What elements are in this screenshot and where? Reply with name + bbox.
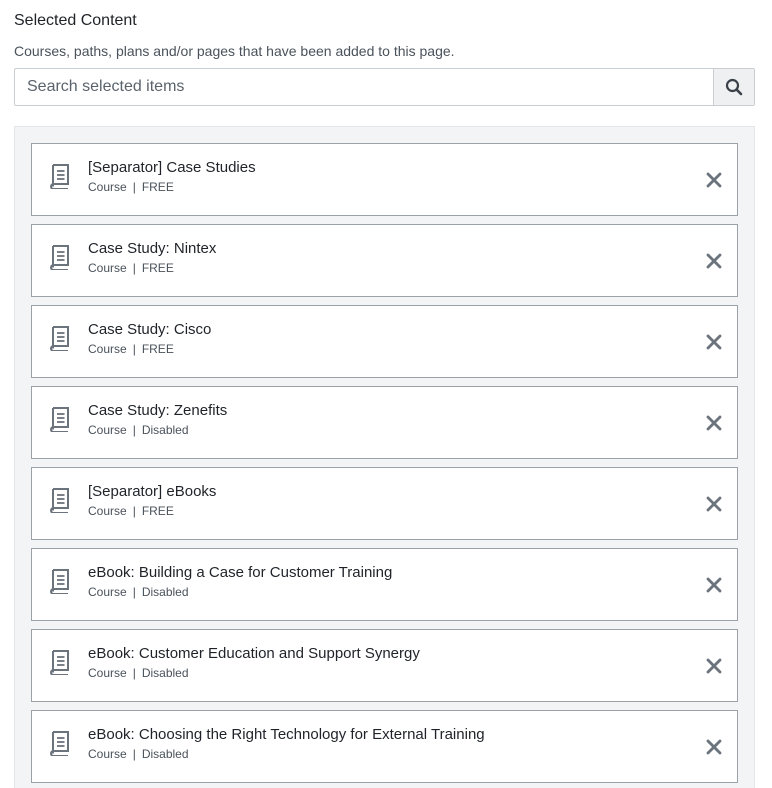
meta-separator: | [132,180,136,194]
meta-separator: | [132,747,136,761]
book-icon [50,326,69,351]
item-name: Case Study: Cisco [88,321,212,338]
remove-item-button[interactable] [691,548,737,621]
item-name: [Separator] Case Studies [88,159,256,176]
item-name: Case Study: Nintex [88,240,217,257]
remove-item-button[interactable] [691,305,737,378]
item-name: eBook: Choosing the Right Technology for… [88,726,485,743]
remove-item-button[interactable] [691,224,737,297]
item-status: Disabled [141,666,189,680]
close-icon [706,739,722,754]
item-status: Disabled [141,585,189,599]
section-subtitle: Courses, paths, plans and/or pages that … [14,43,455,59]
item-name: eBook: Customer Education and Support Sy… [88,645,420,662]
list-item[interactable]: Case Study: Zenefits Course | Disabled [31,386,738,459]
meta-separator: | [132,585,136,599]
book-icon [50,731,69,756]
book-icon [50,407,69,432]
meta-separator: | [132,504,136,518]
item-status: FREE [141,261,174,275]
close-icon [706,658,722,673]
list-item[interactable]: Case Study: Nintex Course | FREE [31,224,738,297]
remove-item-button[interactable] [691,467,737,540]
item-name: Case Study: Zenefits [88,402,228,419]
search-button[interactable] [713,69,754,105]
item-meta: Course | Disabled [88,585,691,599]
item-meta: Course | Disabled [88,423,691,437]
item-status: FREE [141,180,174,194]
list-item[interactable]: [Separator] Case Studies Course | FREE [31,143,738,216]
item-meta: Course | FREE [88,504,691,518]
item-type: Course [88,423,127,437]
item-status: FREE [141,504,174,518]
close-icon [706,496,722,511]
remove-item-button[interactable] [691,386,737,459]
item-meta: Course | Disabled [88,747,691,761]
item-name: [Separator] eBooks [88,483,217,500]
item-name: eBook: Building a Case for Customer Trai… [88,564,393,581]
meta-separator: | [132,666,136,680]
search-icon [725,78,743,96]
meta-separator: | [132,423,136,437]
close-icon [706,415,722,430]
search-bar [14,68,755,106]
remove-item-button[interactable] [691,710,737,783]
list-item[interactable]: Case Study: Cisco Course | FREE [31,305,738,378]
book-icon [50,164,69,189]
book-icon [50,245,69,270]
item-meta: Course | FREE [88,342,691,356]
section-title: Selected Content [14,12,137,29]
close-icon [706,334,722,349]
item-type: Course [88,747,127,761]
meta-separator: | [132,261,136,275]
item-meta: Course | Disabled [88,666,691,680]
selected-content-page: Selected Content Courses, paths, plans a… [0,0,772,788]
book-icon [50,488,69,513]
item-type: Course [88,261,127,275]
item-type: Course [88,342,127,356]
item-meta: Course | FREE [88,180,691,194]
remove-item-button[interactable] [691,629,737,702]
remove-item-button[interactable] [691,143,737,216]
item-status: FREE [141,342,174,356]
item-meta: Course | FREE [88,261,691,275]
list-item[interactable]: eBook: Customer Education and Support Sy… [31,629,738,702]
item-status: Disabled [141,423,189,437]
selected-items-list: [Separator] Case Studies Course | FREE Cas… [14,126,755,788]
list-item[interactable]: eBook: Building a Case for Customer Trai… [31,548,738,621]
list-item[interactable]: [Separator] eBooks Course | FREE [31,467,738,540]
item-status: Disabled [141,747,189,761]
book-icon [50,650,69,675]
search-input[interactable] [15,69,713,105]
item-type: Course [88,504,127,518]
close-icon [706,577,722,592]
item-type: Course [88,180,127,194]
close-icon [706,253,722,268]
list-item[interactable]: eBook: Choosing the Right Technology for… [31,710,738,783]
item-type: Course [88,666,127,680]
book-icon [50,569,69,594]
close-icon [706,172,722,187]
meta-separator: | [132,342,136,356]
item-type: Course [88,585,127,599]
